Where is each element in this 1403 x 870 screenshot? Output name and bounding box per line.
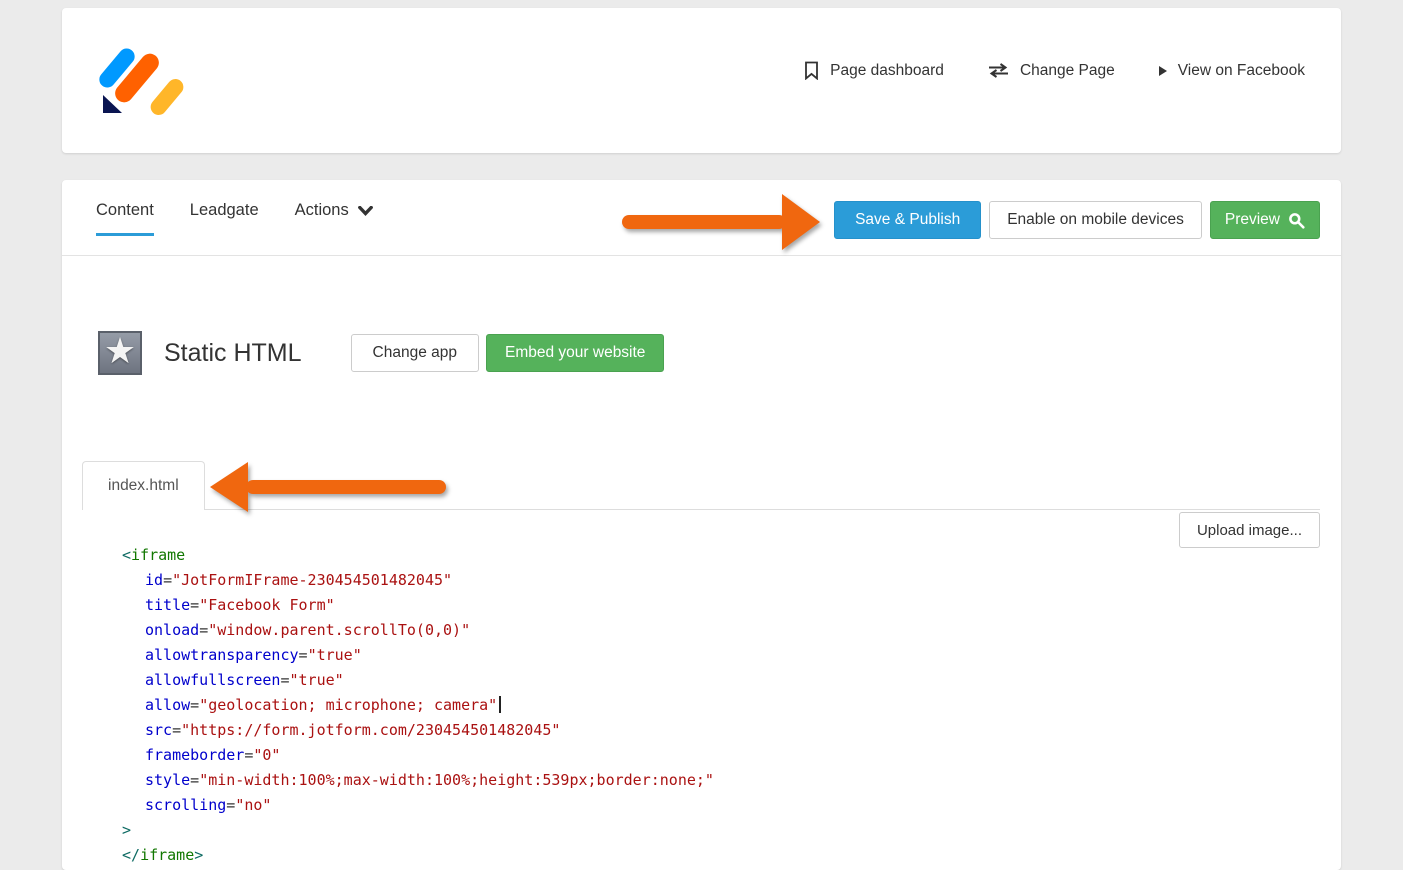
main-card: Content Leadgate Actions Save & Publish … (62, 180, 1341, 870)
code-line[interactable]: allowtransparency="true" (122, 643, 714, 668)
bookmark-icon (804, 61, 819, 80)
nav-change-page[interactable]: Change Page (988, 62, 1115, 80)
tab-actions[interactable]: Actions (295, 201, 373, 236)
code-line[interactable]: title="Facebook Form" (122, 593, 714, 618)
file-tab-index-html[interactable]: index.html (82, 461, 205, 510)
tab-label: Content (96, 201, 154, 220)
save-publish-button[interactable]: Save & Publish (834, 201, 981, 239)
tab-content[interactable]: Content (96, 201, 154, 236)
chevron-down-icon (358, 206, 373, 216)
embed-website-button[interactable]: Embed your website (486, 334, 664, 372)
tabs-row: Content Leadgate Actions Save & Publish … (62, 180, 1341, 256)
search-icon (1288, 212, 1305, 229)
code-line[interactable]: allow="geolocation; microphone; camera" (122, 693, 714, 718)
code-line[interactable]: style="min-width:100%;max-width:100%;hei… (122, 768, 714, 793)
triangle-right-icon (1159, 66, 1167, 76)
tab-leadgate[interactable]: Leadgate (190, 201, 259, 236)
preview-label: Preview (1225, 211, 1280, 229)
top-nav: Page dashboard Change Page View on Faceb… (804, 61, 1305, 80)
toolbar-actions: Save & Publish Enable on mobile devices … (834, 201, 1320, 239)
nav-view-on-facebook[interactable]: View on Facebook (1159, 62, 1305, 80)
code-line[interactable]: frameborder="0" (122, 743, 714, 768)
swap-arrows-icon (988, 63, 1009, 78)
nav-label: Page dashboard (830, 62, 944, 80)
star-icon: ★ (98, 331, 142, 375)
nav-label: View on Facebook (1178, 62, 1305, 80)
save-publish-arrow-annotation (622, 194, 820, 250)
tab-label: Actions (295, 201, 349, 220)
logo-yellow-bar (147, 76, 186, 118)
code-line[interactable]: </iframe> (122, 843, 714, 868)
upload-image-button[interactable]: Upload image... (1179, 512, 1320, 548)
index-tab-arrow-annotation (210, 462, 446, 512)
text-cursor (499, 696, 501, 713)
enable-mobile-button[interactable]: Enable on mobile devices (989, 201, 1202, 239)
code-line[interactable]: allowfullscreen="true" (122, 668, 714, 693)
code-line[interactable]: onload="window.parent.scrollTo(0,0)" (122, 618, 714, 643)
code-line[interactable]: <iframe (122, 543, 714, 568)
tabs: Content Leadgate Actions (96, 201, 373, 236)
code-line[interactable]: src="https://form.jotform.com/2304545014… (122, 718, 714, 743)
change-app-button[interactable]: Change app (351, 334, 479, 372)
jotform-logo[interactable] (94, 40, 182, 120)
app-header-row: ★ Static HTML Change app Embed your webs… (98, 331, 664, 375)
code-block[interactable]: <iframeid="JotFormIFrame-230454501482045… (122, 543, 714, 868)
code-line[interactable]: > (122, 818, 714, 843)
header-card: Page dashboard Change Page View on Faceb… (62, 8, 1341, 153)
nav-label: Change Page (1020, 62, 1115, 80)
tab-label: Leadgate (190, 201, 259, 220)
page-title: Static HTML (164, 339, 302, 368)
preview-button[interactable]: Preview (1210, 201, 1320, 239)
code-line[interactable]: id="JotFormIFrame-230454501482045" (122, 568, 714, 593)
code-line[interactable]: scrolling="no" (122, 793, 714, 818)
nav-page-dashboard[interactable]: Page dashboard (804, 61, 944, 80)
